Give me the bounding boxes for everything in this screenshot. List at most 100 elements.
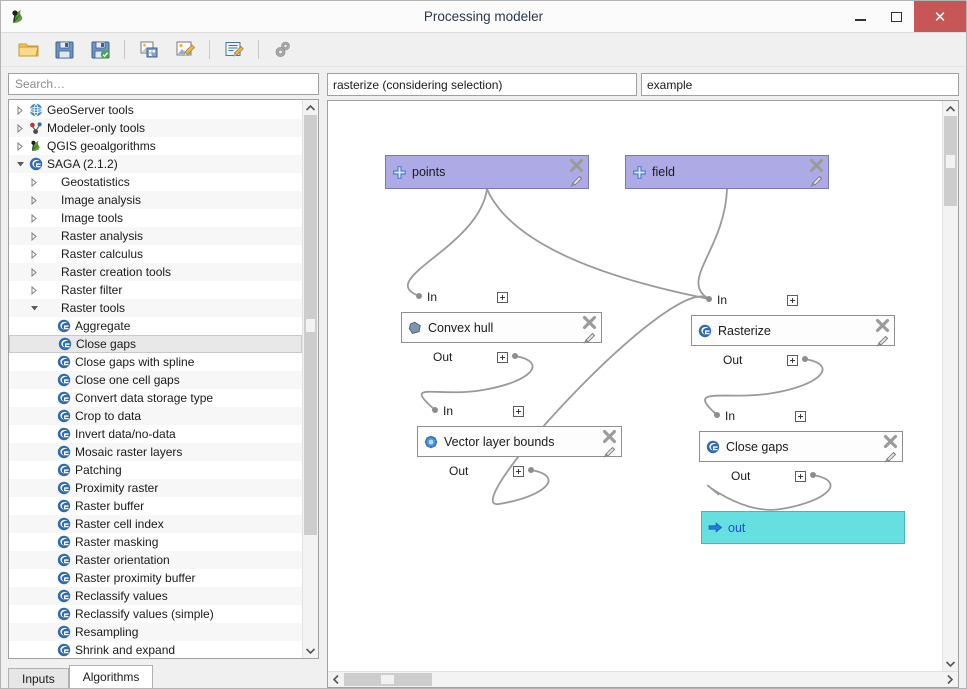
canvas-hscroll-track[interactable] — [344, 672, 942, 687]
canvas-scroll-up-icon[interactable] — [943, 101, 958, 116]
port-in-connector[interactable] — [706, 296, 712, 302]
chevron-right-icon[interactable] — [13, 106, 27, 115]
port-out-connector[interactable] — [528, 467, 534, 473]
tree-item-raster-cell-index[interactable]: Raster cell index — [9, 515, 302, 533]
model-node-points[interactable]: points — [385, 155, 589, 189]
plus-expander-icon-in[interactable] — [787, 295, 798, 306]
model-group-input[interactable]: example — [641, 73, 959, 96]
tree-item-raster-tools[interactable]: Raster tools — [9, 299, 302, 317]
pencil-edit-icon[interactable] — [602, 443, 617, 461]
tree-item-reclassify-values[interactable]: Reclassify values — [9, 587, 302, 605]
export-image-button[interactable] — [132, 36, 166, 64]
port-out-connector[interactable] — [810, 472, 816, 478]
scroll-down-icon[interactable] — [303, 643, 318, 658]
plus-expander-icon-in[interactable] — [513, 406, 524, 417]
plus-expander-icon-out[interactable] — [513, 466, 524, 477]
tree-item-convert-data-storage-type[interactable]: Convert data storage type — [9, 389, 302, 407]
close-button[interactable]: ✕ — [914, 1, 966, 32]
plus-expander-icon-in[interactable] — [497, 292, 508, 303]
tree-item-saga-2-1-2[interactable]: SAGA (2.1.2) — [9, 155, 302, 173]
canvas-scroll-left-icon[interactable] — [328, 675, 344, 684]
tree-item-image-tools[interactable]: Image tools — [9, 209, 302, 227]
tab-algorithms[interactable]: Algorithms — [69, 665, 154, 688]
tree-item-shrink-and-expand[interactable]: Shrink and expand — [9, 641, 302, 658]
canvas-scroll-track[interactable] — [943, 116, 958, 656]
tree-item-close-gaps-with-spline[interactable]: Close gaps with spline — [9, 353, 302, 371]
tree-item-geoserver-tools[interactable]: GeoServer tools — [9, 101, 302, 119]
chevron-right-icon[interactable] — [27, 250, 41, 259]
tree-item-raster-masking[interactable]: Raster masking — [9, 533, 302, 551]
plus-expander-icon-out[interactable] — [795, 471, 806, 482]
tree-item-crop-to-data[interactable]: Crop to data — [9, 407, 302, 425]
chevron-right-icon[interactable] — [13, 142, 27, 151]
maximize-button[interactable] — [878, 1, 914, 32]
chevron-right-icon[interactable] — [27, 232, 41, 241]
tab-inputs[interactable]: Inputs — [8, 668, 69, 688]
tree-scroll-track[interactable] — [303, 115, 318, 643]
port-in-connector[interactable] — [432, 407, 438, 413]
search-input[interactable]: Search… — [8, 73, 319, 95]
tree-item-modeler-only-tools[interactable]: Modeler-only tools — [9, 119, 302, 137]
port-in-connector[interactable] — [714, 412, 720, 418]
plus-expander-icon-out[interactable] — [787, 355, 798, 366]
tree-item-image-analysis[interactable]: Image analysis — [9, 191, 302, 209]
chevron-down-icon[interactable] — [27, 304, 41, 312]
open-model-button[interactable] — [11, 36, 45, 64]
chevron-right-icon[interactable] — [27, 286, 41, 295]
minimize-button[interactable] — [842, 1, 878, 32]
tree-item-close-gaps[interactable]: Close gaps — [9, 335, 302, 353]
port-in-connector[interactable] — [416, 293, 422, 299]
tree-item-mosaic-raster-layers[interactable]: Mosaic raster layers — [9, 443, 302, 461]
tree-item-raster-filter[interactable]: Raster filter — [9, 281, 302, 299]
run-model-button[interactable] — [266, 36, 300, 64]
chevron-right-icon[interactable] — [27, 196, 41, 205]
tree-vertical-scrollbar[interactable] — [302, 100, 318, 658]
tree-item-proximity-raster[interactable]: Proximity raster — [9, 479, 302, 497]
save-model-as-button[interactable] — [83, 36, 117, 64]
tree-item-geostatistics[interactable]: Geostatistics — [9, 173, 302, 191]
algorithms-tree[interactable]: GeoServer toolsModeler-only toolsQGIS ge… — [9, 100, 302, 658]
tree-item-raster-creation-tools[interactable]: Raster creation tools — [9, 263, 302, 281]
chevron-right-icon[interactable] — [27, 178, 41, 187]
canvas-scroll-right-icon[interactable] — [942, 675, 958, 684]
tree-item-reclassify-values-simple[interactable]: Reclassify values (simple) — [9, 605, 302, 623]
edit-help-button[interactable] — [217, 36, 251, 64]
tree-item-close-one-cell-gaps[interactable]: Close one cell gaps — [9, 371, 302, 389]
tree-item-raster-calculus[interactable]: Raster calculus — [9, 245, 302, 263]
tree-item-raster-orientation[interactable]: Raster orientation — [9, 551, 302, 569]
model-node-raster[interactable]: Rasterize — [691, 315, 895, 346]
model-node-closeg[interactable]: Close gaps — [699, 431, 903, 462]
port-out-connector[interactable] — [512, 353, 518, 359]
model-node-convex[interactable]: Convex hull — [401, 312, 602, 343]
chevron-right-icon[interactable] — [13, 124, 27, 133]
tree-item-invert-data-no-data[interactable]: Invert data/no-data — [9, 425, 302, 443]
scroll-up-icon[interactable] — [303, 100, 318, 115]
tree-item-qgis-geoalgorithms[interactable]: QGIS geoalgorithms — [9, 137, 302, 155]
save-model-button[interactable] — [47, 36, 81, 64]
plus-expander-icon-out[interactable] — [497, 352, 508, 363]
tree-item-raster-buffer[interactable]: Raster buffer — [9, 497, 302, 515]
chevron-down-icon[interactable] — [13, 160, 27, 168]
canvas-scroll-down-icon[interactable] — [943, 656, 958, 671]
tree-item-patching[interactable]: Patching — [9, 461, 302, 479]
tree-item-aggregate[interactable]: Aggregate — [9, 317, 302, 335]
model-node-out[interactable]: out — [701, 511, 905, 544]
model-node-vbounds[interactable]: Vector layer bounds — [417, 426, 622, 457]
model-name-input[interactable]: rasterize (considering selection) — [327, 73, 637, 96]
chevron-right-icon[interactable] — [27, 268, 41, 277]
tree-item-raster-proximity-buffer[interactable]: Raster proximity buffer — [9, 569, 302, 587]
model-node-field[interactable]: field — [625, 155, 829, 189]
pencil-edit-icon[interactable] — [809, 172, 824, 190]
pencil-edit-icon[interactable] — [875, 332, 890, 350]
tree-item-resampling[interactable]: Resampling — [9, 623, 302, 641]
pencil-edit-icon[interactable] — [582, 329, 597, 347]
model-canvas[interactable]: pointsfieldConvex hullInOutRasterizeInOu… — [328, 101, 942, 671]
plus-expander-icon-in[interactable] — [795, 411, 806, 422]
chevron-right-icon[interactable] — [27, 214, 41, 223]
canvas-horizontal-scrollbar[interactable] — [328, 671, 958, 687]
canvas-vertical-scrollbar[interactable] — [942, 101, 958, 671]
tree-item-raster-analysis[interactable]: Raster analysis — [9, 227, 302, 245]
pencil-edit-icon[interactable] — [569, 172, 584, 190]
pencil-edit-icon[interactable] — [883, 448, 898, 466]
port-out-connector[interactable] — [802, 356, 808, 362]
